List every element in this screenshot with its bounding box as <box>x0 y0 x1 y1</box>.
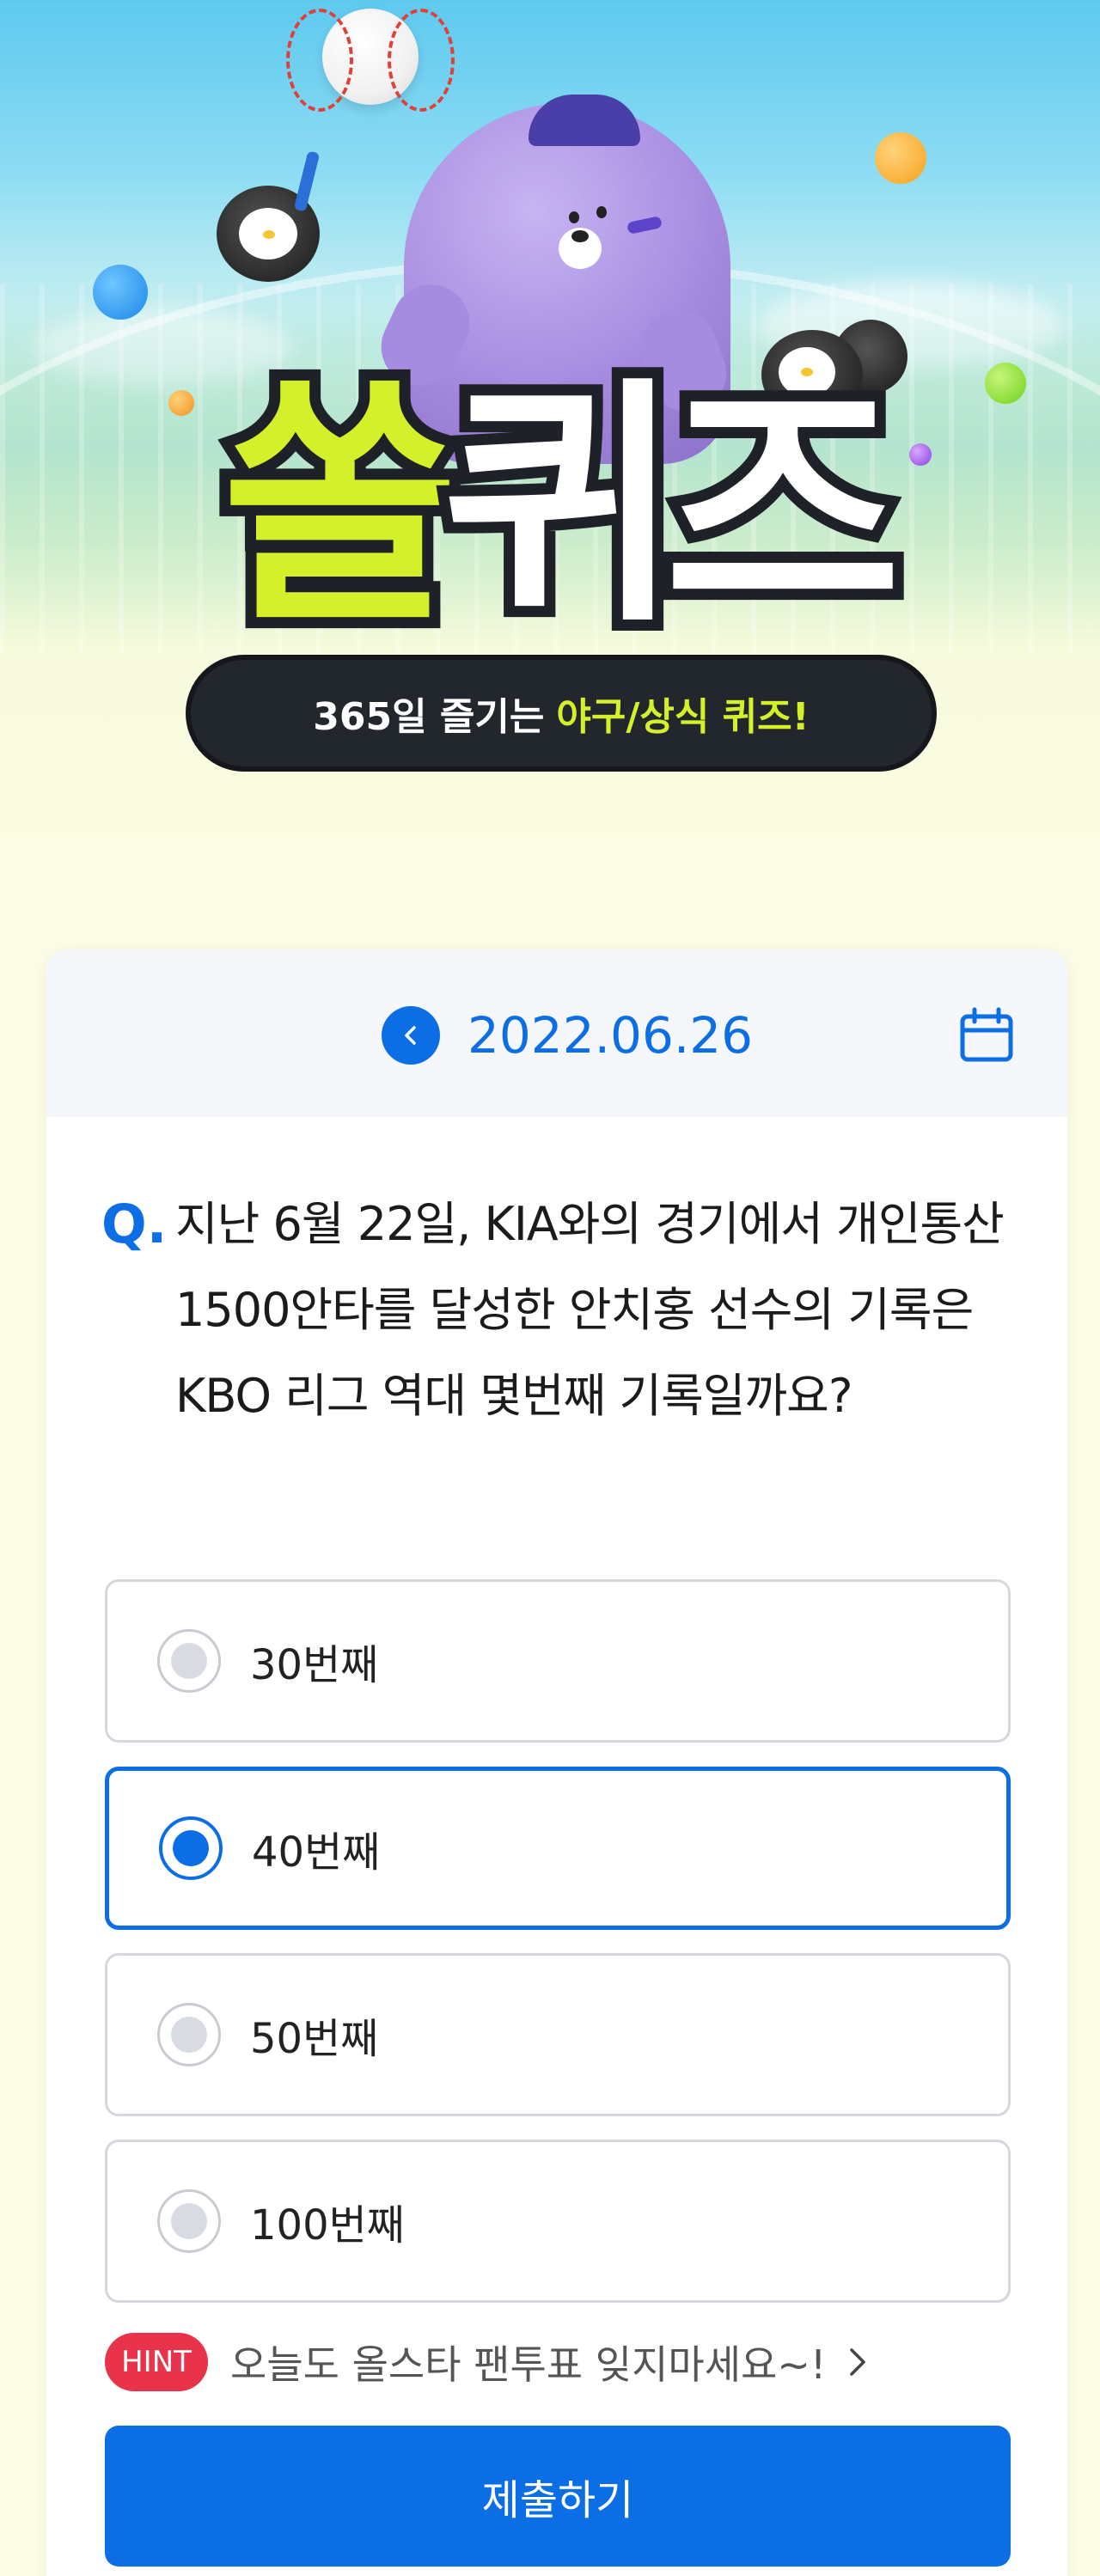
mascot-cap <box>529 95 640 146</box>
chevron-left-icon <box>405 1026 416 1045</box>
option-label: 50번째 <box>250 2015 379 2063</box>
mascot-nose <box>571 230 589 242</box>
prev-date-button[interactable] <box>382 1006 440 1065</box>
subtitle-banner: 365일 즐기는 야구/상식 퀴즈! <box>186 655 937 772</box>
baseball-icon <box>286 9 455 112</box>
purple-dot-decoration <box>909 443 932 466</box>
title-text-green: 쏠 <box>211 357 470 656</box>
calendar-button[interactable] <box>956 1004 1018 1066</box>
orange-dot-decoration <box>168 390 194 416</box>
radio-button[interactable] <box>157 2189 221 2253</box>
hint-badge: HINT <box>105 2333 208 2391</box>
answer-option-1[interactable]: 30번째 <box>105 1579 1011 1743</box>
question-block: Q. 지난 6월 22일, KIA와의 경기에서 개인통산 1500안타를 달성… <box>101 1181 1030 1439</box>
hint-link[interactable]: HINT 오늘도 올스타 팬투표 잊지마세요~! <box>105 2332 1011 2392</box>
blue-ball-decoration <box>93 265 148 320</box>
radio-button-selected[interactable] <box>159 1816 223 1880</box>
date-navigation: 2022.06.26 <box>46 949 1067 1117</box>
orange-ball-decoration <box>875 132 926 184</box>
mascot-eye <box>569 211 579 223</box>
green-ball-decoration <box>985 363 1026 404</box>
chevron-right-icon <box>850 2348 866 2376</box>
quiz-date: 2022.06.26 <box>468 1006 754 1065</box>
answer-option-4[interactable]: 100번째 <box>105 2140 1011 2303</box>
radio-button[interactable] <box>157 2003 221 2066</box>
hero-banner: 쏠 퀴즈 365일 즐기는 야구/상식 퀴즈! <box>0 0 1100 954</box>
submit-button[interactable]: 제출하기 <box>105 2426 1011 2567</box>
radio-button[interactable] <box>157 1629 221 1693</box>
subtitle-text: 365일 즐기는 <box>313 695 545 739</box>
option-label: 40번째 <box>252 1828 381 1877</box>
option-label: 100번째 <box>250 2201 405 2249</box>
question-text: 지난 6월 22일, KIA와의 경기에서 개인통산 1500안타를 달성한 안… <box>175 1197 1005 1423</box>
bat-icon <box>293 150 321 212</box>
question-prefix: Q. <box>101 1193 168 1255</box>
answer-option-2[interactable]: 40번째 <box>105 1767 1011 1930</box>
subtitle-highlight: 야구/상식 퀴즈! <box>556 695 810 739</box>
option-label: 30번째 <box>250 1641 379 1689</box>
title-text-white: 퀴즈 <box>431 357 913 656</box>
hint-text: 오늘도 올스타 팬투표 잊지마세요~! <box>230 2341 827 2388</box>
mascot-eye <box>596 206 607 218</box>
answer-option-3[interactable]: 50번째 <box>105 1953 1011 2116</box>
calendar-icon <box>960 1007 1013 1062</box>
